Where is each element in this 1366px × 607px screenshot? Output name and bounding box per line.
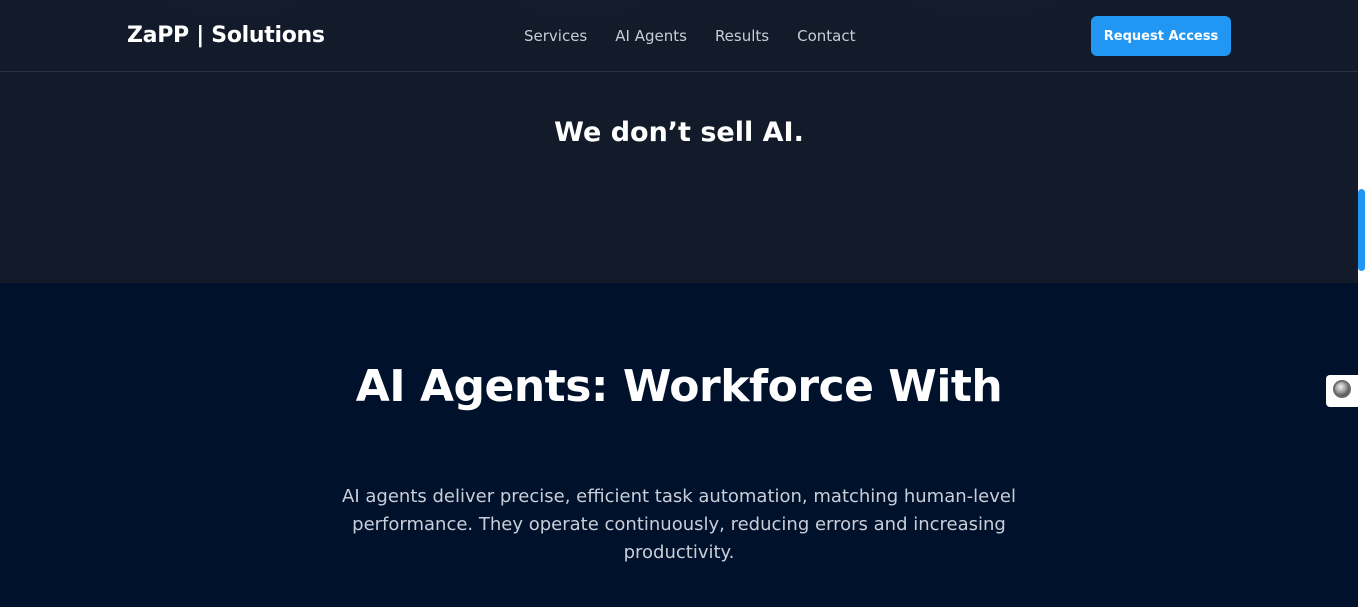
top-navbar: ZaPP | Solutions Services AI Agents Resu…: [0, 0, 1358, 72]
page-scrollbar[interactable]: [1358, 0, 1366, 607]
hero-tagline: We don’t sell AI.: [554, 117, 804, 148]
section-description: AI agents deliver precise, efficient tas…: [342, 486, 1016, 563]
ai-agents-section: AI Agents: Workforce With AI agents deli…: [0, 283, 1358, 607]
floating-widget-button[interactable]: [1326, 375, 1358, 407]
circle-badge-icon: [1332, 379, 1352, 403]
request-access-button[interactable]: Request Access: [1091, 16, 1231, 56]
nav-link-ai-agents[interactable]: AI Agents: [615, 26, 687, 46]
page: ZaPP | Solutions Services AI Agents Resu…: [0, 0, 1366, 607]
section-title: AI Agents: Workforce With: [355, 361, 1003, 412]
nav-link-contact[interactable]: Contact: [797, 26, 855, 46]
scrollbar-thumb[interactable]: [1358, 189, 1365, 271]
main-nav: Services AI Agents Results Contact: [524, 26, 883, 46]
brand-logo[interactable]: ZaPP | Solutions: [127, 22, 325, 50]
hero-section: ZaPP | Solutions Services AI Agents Resu…: [0, 0, 1358, 283]
nav-link-services[interactable]: Services: [524, 26, 587, 46]
nav-link-results[interactable]: Results: [715, 26, 769, 46]
